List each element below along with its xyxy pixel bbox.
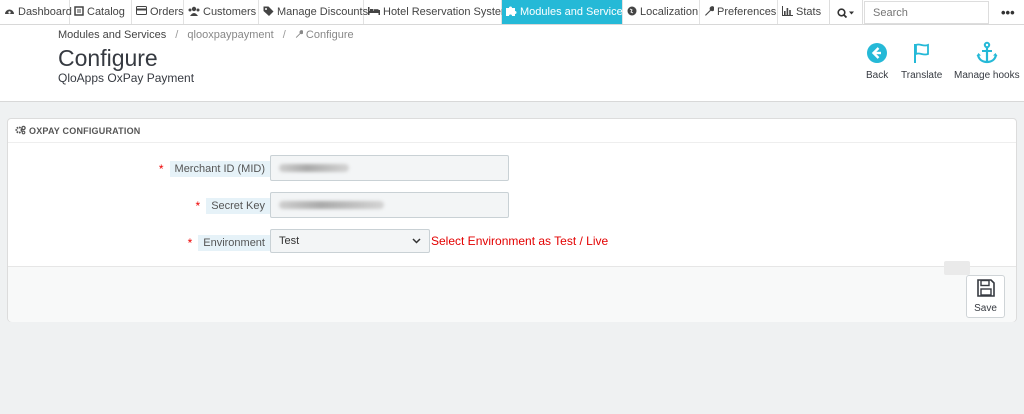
wrench-icon bbox=[704, 5, 715, 19]
nav-item-localization[interactable]: Localization bbox=[623, 0, 700, 24]
translate-button[interactable]: Translate bbox=[901, 41, 942, 81]
panel-heading-label: OXPAY CONFIGURATION bbox=[29, 125, 141, 136]
merchant-id-label-text: Merchant ID (MID) bbox=[169, 161, 270, 177]
redacted-value bbox=[279, 201, 384, 209]
bar-chart-icon bbox=[782, 5, 793, 19]
nav-label: Dashboard bbox=[18, 6, 72, 18]
nav-item-customers[interactable]: Customers bbox=[184, 0, 259, 24]
placeholder-box bbox=[944, 261, 970, 275]
back-arrow-icon bbox=[866, 41, 888, 65]
breadcrumb-separator: / bbox=[282, 29, 286, 41]
page-title: Configure bbox=[58, 45, 158, 71]
dashboard-icon bbox=[4, 6, 15, 19]
environment-help-text: Select Environment as Test / Live bbox=[431, 234, 609, 248]
save-label: Save bbox=[974, 303, 997, 314]
cogs-icon bbox=[15, 125, 26, 137]
wrench-icon bbox=[295, 30, 304, 38]
page-subtitle: QloApps OxPay Payment bbox=[58, 71, 195, 85]
panel-heading: OXPAY CONFIGURATION bbox=[8, 119, 1016, 143]
environment-selected-value: Test bbox=[279, 235, 300, 247]
search-group bbox=[829, 0, 989, 25]
page-header: Modules and Services / qlooxpaypayment /… bbox=[0, 25, 1024, 102]
breadcrumb-current-label: Configure bbox=[305, 29, 354, 41]
manage-hooks-label: Manage hooks bbox=[954, 70, 1020, 81]
nav-item-dashboard[interactable]: Dashboard bbox=[0, 0, 72, 24]
orders-icon bbox=[136, 6, 147, 18]
panel-footer: Save bbox=[8, 261, 1016, 322]
translate-label: Translate bbox=[901, 70, 943, 81]
search-input[interactable] bbox=[864, 1, 989, 24]
nav-item-modules-and-services[interactable]: Modules and Services bbox=[502, 0, 628, 24]
secret-key-label-text: Secret Key bbox=[206, 198, 270, 214]
required-marker: * bbox=[195, 199, 201, 213]
back-button[interactable]: Back bbox=[866, 41, 888, 81]
nav-label: Orders bbox=[150, 6, 184, 18]
search-icon bbox=[837, 7, 854, 18]
flag-icon bbox=[911, 41, 933, 65]
merchant-id-label: * Merchant ID (MID) bbox=[159, 161, 270, 177]
nav-label: Catalog bbox=[87, 6, 125, 18]
breadcrumb-separator: / bbox=[175, 29, 179, 41]
nav-label: Preferences bbox=[717, 6, 777, 18]
redacted-value bbox=[279, 164, 349, 172]
floppy-disk-icon bbox=[976, 279, 995, 300]
nav-item-orders[interactable]: Orders bbox=[132, 0, 184, 24]
breadcrumb-module[interactable]: qlooxpaypayment bbox=[187, 29, 273, 41]
nav-label: Hotel Reservation System bbox=[383, 6, 511, 18]
nav-item-catalog[interactable]: Catalog bbox=[70, 0, 132, 24]
nav-label: Localization bbox=[640, 6, 699, 18]
nav-item-preferences[interactable]: Preferences bbox=[700, 0, 778, 24]
secret-key-label: * Secret Key bbox=[196, 198, 270, 214]
manage-hooks-button[interactable]: Manage hooks bbox=[954, 41, 1020, 81]
environment-label: * Environment bbox=[188, 235, 270, 251]
nav-label: Modules and Services bbox=[520, 6, 629, 18]
merchant-id-input[interactable] bbox=[270, 155, 509, 181]
breadcrumb: Modules and Services / qlooxpaypayment /… bbox=[58, 29, 354, 41]
bed-icon bbox=[368, 6, 380, 18]
nav-label: Stats bbox=[796, 6, 822, 18]
top-navigation: Dashboard Catalog Orders Customers Manag… bbox=[0, 0, 1024, 25]
environment-label-text: Environment bbox=[198, 235, 270, 251]
catalog-icon bbox=[74, 5, 84, 19]
globe-icon bbox=[627, 6, 637, 19]
tag-icon bbox=[263, 6, 274, 19]
merchant-id-row: * Merchant ID (MID) bbox=[8, 155, 1016, 181]
customers-icon bbox=[188, 6, 200, 19]
nav-label: Customers bbox=[203, 6, 257, 18]
nav-item-hotel-reservation[interactable]: Hotel Reservation System bbox=[364, 0, 510, 24]
nav-item-stats[interactable]: Stats bbox=[778, 0, 823, 24]
nav-item-manage-discounts[interactable]: Manage Discounts bbox=[259, 0, 368, 24]
environment-row: * Environment Test Select Environment as… bbox=[8, 229, 1016, 255]
search-dropdown-button[interactable] bbox=[829, 0, 863, 25]
more-menu-button[interactable]: ••• bbox=[1001, 5, 1015, 20]
chevron-down-icon bbox=[412, 236, 421, 246]
breadcrumb-current: Configure bbox=[295, 29, 354, 41]
required-marker: * bbox=[187, 236, 193, 250]
secret-key-input[interactable] bbox=[270, 192, 509, 218]
nav-label: Manage Discounts bbox=[277, 6, 369, 18]
anchor-icon bbox=[975, 41, 999, 65]
oxpay-configuration-panel: OXPAY CONFIGURATION * Merchant ID (MID) … bbox=[7, 118, 1017, 322]
breadcrumb-root[interactable]: Modules and Services bbox=[58, 29, 166, 41]
environment-select[interactable]: Test bbox=[270, 229, 430, 253]
required-marker: * bbox=[158, 162, 164, 176]
secret-key-row: * Secret Key bbox=[8, 192, 1016, 218]
back-label: Back bbox=[866, 70, 889, 81]
puzzle-icon bbox=[506, 5, 517, 19]
save-button[interactable]: Save bbox=[966, 275, 1005, 318]
